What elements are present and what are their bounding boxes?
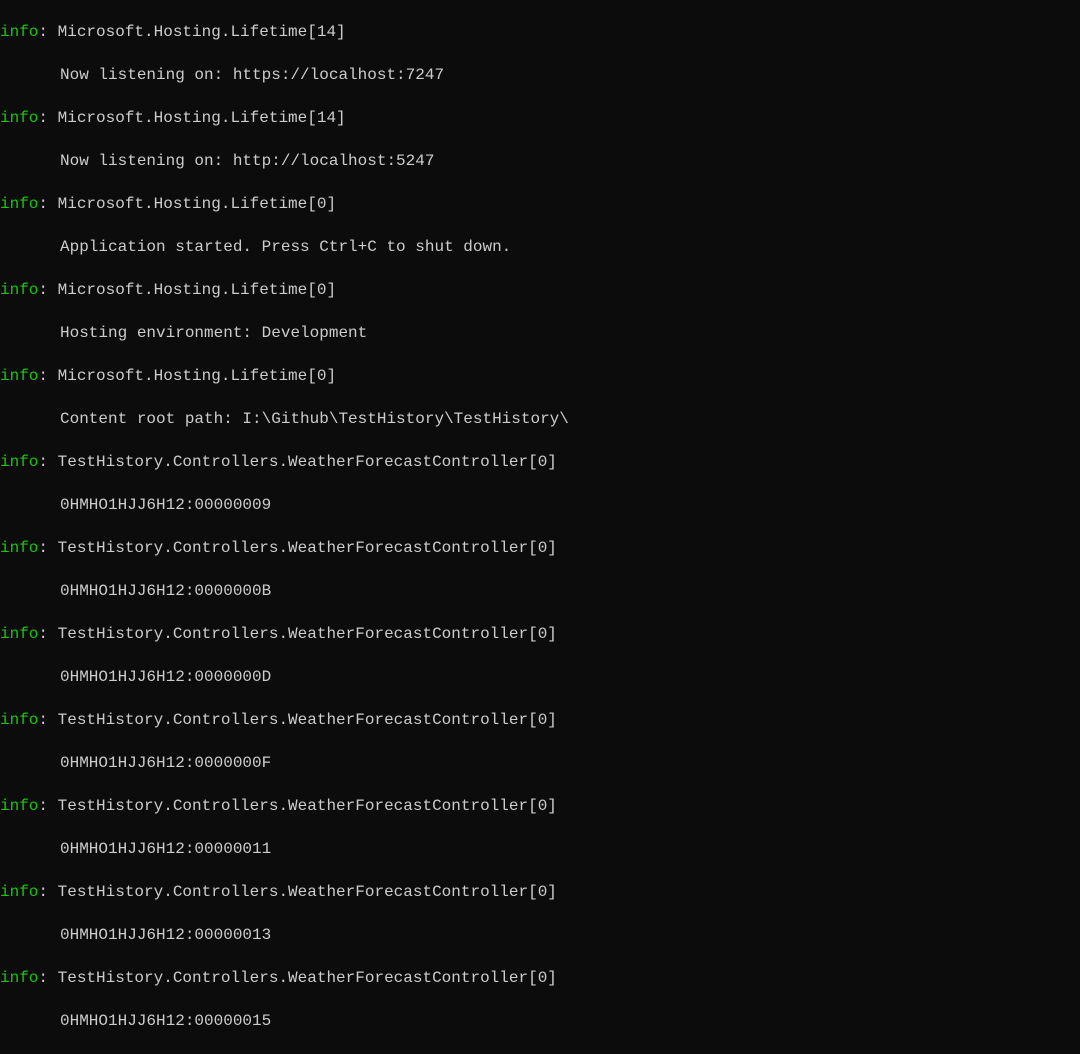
separator: : xyxy=(38,109,57,127)
terminal-output: info: Microsoft.Hosting.Lifetime[14] Now… xyxy=(0,0,1080,1054)
log-level: info xyxy=(0,711,38,729)
log-source: Microsoft.Hosting.Lifetime[0] xyxy=(58,195,336,213)
log-line: info: Microsoft.Hosting.Lifetime[14] xyxy=(0,22,1080,44)
separator: : xyxy=(38,711,57,729)
log-line: info: TestHistory.Controllers.WeatherFor… xyxy=(0,882,1080,904)
log-source: TestHistory.Controllers.WeatherForecastC… xyxy=(58,539,557,557)
log-message: 0HMHO1HJJ6H12:0000000B xyxy=(0,581,1080,603)
log-source: TestHistory.Controllers.WeatherForecastC… xyxy=(58,453,557,471)
log-line: info: Microsoft.Hosting.Lifetime[14] xyxy=(0,108,1080,130)
log-message: Application started. Press Ctrl+C to shu… xyxy=(0,237,1080,259)
log-line: info: TestHistory.Controllers.WeatherFor… xyxy=(0,538,1080,560)
log-source: TestHistory.Controllers.WeatherForecastC… xyxy=(58,625,557,643)
log-level: info xyxy=(0,195,38,213)
log-level: info xyxy=(0,797,38,815)
separator: : xyxy=(38,23,57,41)
log-line: info: TestHistory.Controllers.WeatherFor… xyxy=(0,710,1080,732)
log-level: info xyxy=(0,883,38,901)
separator: : xyxy=(38,969,57,987)
separator: : xyxy=(38,625,57,643)
log-source: TestHistory.Controllers.WeatherForecastC… xyxy=(58,711,557,729)
log-line: info: TestHistory.Controllers.WeatherFor… xyxy=(0,796,1080,818)
separator: : xyxy=(38,453,57,471)
separator: : xyxy=(38,797,57,815)
separator: : xyxy=(38,281,57,299)
log-level: info xyxy=(0,23,38,41)
log-source: Microsoft.Hosting.Lifetime[14] xyxy=(58,109,346,127)
log-message: Content root path: I:\Github\TestHistory… xyxy=(0,409,1080,431)
log-line: info: TestHistory.Controllers.WeatherFor… xyxy=(0,968,1080,990)
log-source: Microsoft.Hosting.Lifetime[0] xyxy=(58,281,336,299)
log-message: 0HMHO1HJJ6H12:00000011 xyxy=(0,839,1080,861)
log-message: 0HMHO1HJJ6H12:0000000F xyxy=(0,753,1080,775)
log-line: info: TestHistory.Controllers.WeatherFor… xyxy=(0,624,1080,646)
log-level: info xyxy=(0,539,38,557)
log-level: info xyxy=(0,281,38,299)
log-source: TestHistory.Controllers.WeatherForecastC… xyxy=(58,797,557,815)
log-message: Hosting environment: Development xyxy=(0,323,1080,345)
log-source: Microsoft.Hosting.Lifetime[0] xyxy=(58,367,336,385)
log-level: info xyxy=(0,625,38,643)
log-line: info: Microsoft.Hosting.Lifetime[0] xyxy=(0,280,1080,302)
log-level: info xyxy=(0,969,38,987)
log-line: info: Microsoft.Hosting.Lifetime[0] xyxy=(0,366,1080,388)
log-source: TestHistory.Controllers.WeatherForecastC… xyxy=(58,883,557,901)
log-level: info xyxy=(0,453,38,471)
log-message: 0HMHO1HJJ6H12:0000000D xyxy=(0,667,1080,689)
log-source: Microsoft.Hosting.Lifetime[14] xyxy=(58,23,346,41)
log-message: 0HMHO1HJJ6H12:00000009 xyxy=(0,495,1080,517)
log-source: TestHistory.Controllers.WeatherForecastC… xyxy=(58,969,557,987)
log-message: 0HMHO1HJJ6H12:00000013 xyxy=(0,925,1080,947)
log-level: info xyxy=(0,109,38,127)
log-message: Now listening on: https://localhost:7247 xyxy=(0,65,1080,87)
separator: : xyxy=(38,539,57,557)
log-message: 0HMHO1HJJ6H12:00000015 xyxy=(0,1011,1080,1033)
log-line: info: Microsoft.Hosting.Lifetime[0] xyxy=(0,194,1080,216)
log-message: Now listening on: http://localhost:5247 xyxy=(0,151,1080,173)
log-line: info: TestHistory.Controllers.WeatherFor… xyxy=(0,452,1080,474)
separator: : xyxy=(38,367,57,385)
separator: : xyxy=(38,195,57,213)
separator: : xyxy=(38,883,57,901)
log-level: info xyxy=(0,367,38,385)
